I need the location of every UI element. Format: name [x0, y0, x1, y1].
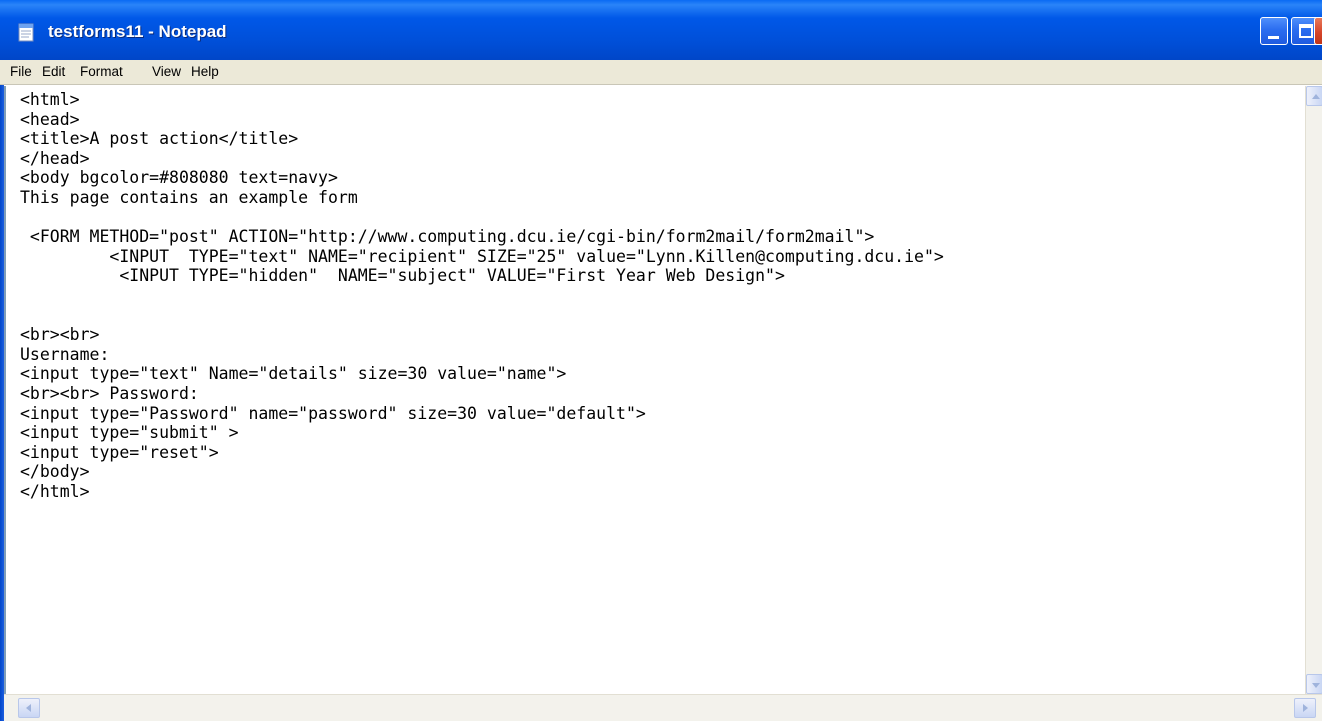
horizontal-scrollbar[interactable] — [4, 694, 1322, 721]
scroll-left-button[interactable] — [18, 698, 40, 718]
menu-help[interactable]: Help — [191, 64, 219, 79]
close-button[interactable] — [1314, 17, 1322, 45]
notepad-icon — [18, 23, 34, 42]
arrow-right-icon — [1303, 704, 1308, 712]
menu-edit[interactable]: Edit — [42, 64, 65, 79]
menu-view[interactable]: View — [152, 64, 181, 79]
vertical-scrollbar[interactable] — [1305, 86, 1322, 694]
arrow-left-icon — [26, 704, 31, 712]
menu-format[interactable]: Format — [80, 64, 123, 79]
text-editor-area[interactable]: <html> <head> <title>A post action</titl… — [4, 86, 1305, 694]
menu-file[interactable]: File — [10, 64, 32, 79]
title-bar[interactable]: testforms11 - Notepad — [0, 0, 1322, 60]
maximize-icon — [1299, 24, 1313, 38]
minimize-button[interactable] — [1260, 17, 1288, 45]
editor-content[interactable]: <html> <head> <title>A post action</titl… — [20, 90, 944, 501]
window-title: testforms11 - Notepad — [48, 22, 227, 41]
arrow-down-icon — [1312, 683, 1320, 688]
scroll-right-button[interactable] — [1294, 698, 1316, 718]
scroll-up-button[interactable] — [1306, 86, 1322, 106]
menu-bar: File Edit Format View Help — [0, 60, 1322, 85]
scroll-down-button[interactable] — [1306, 674, 1322, 694]
arrow-up-icon — [1312, 94, 1320, 99]
minimize-icon — [1268, 36, 1279, 39]
